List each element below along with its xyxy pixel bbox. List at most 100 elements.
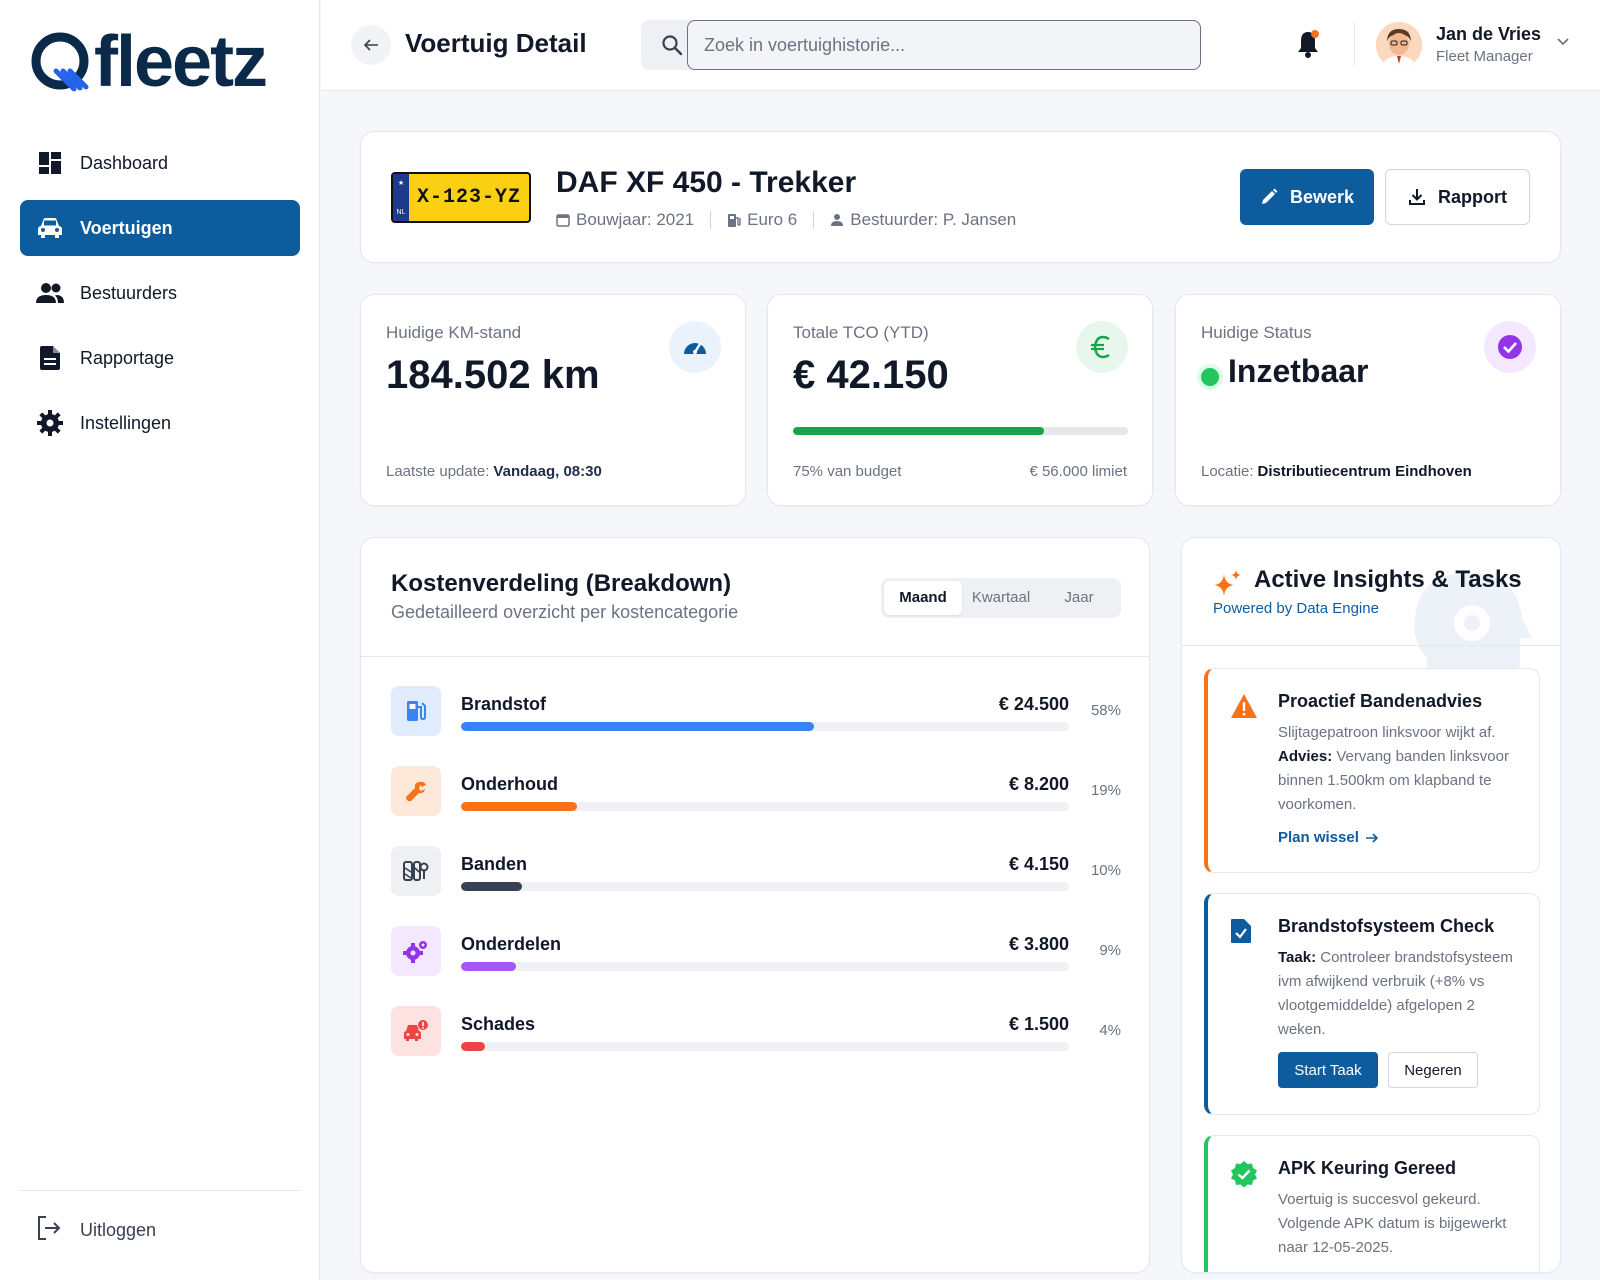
eu-stars-icon: ★ <box>397 180 405 187</box>
chevron-down-icon[interactable] <box>1556 36 1570 46</box>
period-jaar[interactable]: Jaar <box>1040 581 1118 615</box>
cost-bar-fill <box>461 962 516 971</box>
document-check-icon <box>1231 919 1251 943</box>
budget-progress-bar <box>793 427 1128 435</box>
sidebar-item-rapportage[interactable]: Rapportage <box>20 330 300 386</box>
plate-number: X-123-YZ <box>416 186 521 209</box>
cost-row-banden[interactable]: Banden € 4.150 10% <box>391 846 1121 906</box>
report-button[interactable]: Rapport <box>1385 169 1530 225</box>
tco-label: Totale TCO (YTD) <box>793 323 929 342</box>
logout-button[interactable]: Uitloggen <box>36 1215 156 1246</box>
logout-icon <box>36 1215 62 1246</box>
location-foot: Locatie: Distributiecentrum Eindhoven <box>1201 463 1472 480</box>
fuel-icon <box>391 686 441 736</box>
meta-year-text: Bouwjaar: 2021 <box>576 210 695 229</box>
sidebar-nav: Dashboard Voertuigen Bestuurders Rapport… <box>20 135 300 460</box>
km-stat-card: Huidige KM-stand 184.502 km Laatste upda… <box>360 294 746 506</box>
sidebar-item-instellingen[interactable]: Instellingen <box>20 395 300 451</box>
start-task-button[interactable]: Start Taak <box>1278 1052 1378 1088</box>
task-card-bandenadvies: Proactief Bandenadvies Slijtagepatroon l… <box>1204 668 1540 873</box>
status-stat-card: Huidige Status Inzetbaar Locatie: Distrib… <box>1175 294 1561 506</box>
cost-bar-fill <box>461 1042 486 1051</box>
cost-bar-track <box>461 962 1069 971</box>
euro-icon <box>1076 321 1128 373</box>
car-icon <box>36 214 64 242</box>
license-plate: ★ NL X-123-YZ <box>391 172 531 223</box>
speedometer-icon <box>669 321 721 373</box>
ignore-button[interactable]: Negeren <box>1388 1052 1478 1088</box>
edit-label: Bewerk <box>1289 186 1355 207</box>
tco-stat-card: Totale TCO (YTD) € 42.150 75% van budget… <box>767 294 1153 506</box>
cost-name: Schades <box>461 1014 536 1034</box>
task-label: Advies: <box>1278 748 1333 765</box>
cost-bar-fill <box>461 722 814 731</box>
cost-row-onderhoud[interactable]: Onderhoud € 8.200 19% <box>391 766 1121 826</box>
task-body: Taak: Controleer brandstofsysteem ivm af… <box>1278 946 1523 1042</box>
cost-bar-fill <box>461 882 522 891</box>
task-link-label: Plan wissel <box>1278 829 1359 846</box>
meta-year: Bouwjaar: 2021 <box>556 210 694 230</box>
sidebar: fleetz Dashboard Voertuigen Bestuurders … <box>0 0 320 1280</box>
location-value: Distributiecentrum Eindhoven <box>1257 463 1472 480</box>
avatar[interactable] <box>1376 22 1422 68</box>
period-toggle: Maand Kwartaal Jaar <box>881 578 1121 618</box>
vehicle-header-card: ★ NL X-123-YZ DAF XF 450 - Trekker Bouwj… <box>360 131 1561 263</box>
cost-percent: 9% <box>1099 942 1121 959</box>
km-foot: Laatste update: Vandaag, 08:30 <box>386 463 602 480</box>
fuel-pump-icon <box>728 213 741 227</box>
document-icon <box>36 344 64 372</box>
sidebar-item-label: Voertuigen <box>80 217 173 238</box>
plan-wissel-link[interactable]: Plan wissel <box>1278 829 1379 846</box>
status-indicator <box>1201 368 1219 386</box>
cost-name: Banden <box>461 854 528 874</box>
period-maand[interactable]: Maand <box>884 581 962 615</box>
cost-name: Onderhoud <box>461 774 558 794</box>
km-foot-label: Laatste update: <box>386 463 490 480</box>
user-name[interactable]: Jan de Vries <box>1436 24 1541 45</box>
cost-row-schades[interactable]: Schades € 1.500 4% <box>391 1006 1121 1066</box>
task-text: Voertuig is succesvol gekeurd. Volgende … <box>1278 1191 1507 1256</box>
cost-name: Onderdelen <box>461 934 562 954</box>
meta-emission-text: Euro 6 <box>747 210 798 229</box>
parts-icon <box>391 926 441 976</box>
status-value: Inzetbaar <box>1228 353 1369 389</box>
logo[interactable]: fleetz <box>30 22 268 102</box>
users-icon <box>36 279 64 307</box>
logout-label: Uitloggen <box>80 1220 157 1240</box>
cost-name: Brandstof <box>461 694 546 714</box>
arrow-right-icon <box>1365 832 1379 843</box>
warning-icon <box>1231 694 1257 718</box>
download-icon <box>1409 189 1425 205</box>
km-foot-value: Vandaag, 08:30 <box>493 463 602 480</box>
gear-icon <box>36 409 64 437</box>
logo-text: fleetz <box>94 22 268 102</box>
period-kwartaal[interactable]: Kwartaal <box>962 581 1040 615</box>
pencil-icon <box>1261 188 1278 204</box>
cost-row-onderdelen[interactable]: Onderdelen € 3.800 9% <box>391 926 1121 986</box>
budget-percent: 75% van budget <box>793 463 902 480</box>
meta-emission: Euro 6 <box>727 210 797 230</box>
top-header: Voertuig Detail Jan de Vries Fleet Manag… <box>321 0 1600 91</box>
status-label: Huidige Status <box>1201 323 1312 342</box>
sidebar-item-dashboard[interactable]: Dashboard <box>20 135 300 191</box>
insights-panel: Active Insights & Tasks Powered by Data … <box>1181 537 1561 1273</box>
task-card-apk: APK Keuring Gereed Voertuig is succesvol… <box>1204 1135 1540 1272</box>
cost-amount: € 8.200 <box>1008 774 1069 794</box>
tire-icon <box>391 846 441 896</box>
dashboard-icon <box>36 149 64 177</box>
vehicle-title: DAF XF 450 - Trekker <box>556 166 857 199</box>
km-label: Huidige KM-stand <box>386 323 522 342</box>
cost-row-brandstof[interactable]: Brandstof € 24.500 58% <box>391 686 1121 746</box>
sidebar-item-bestuurders[interactable]: Bestuurders <box>20 265 300 321</box>
budget-progress-fill <box>793 427 1045 435</box>
task-label: Taak: <box>1278 949 1317 966</box>
breakdown-divider <box>361 656 1149 657</box>
plate-country-strip: ★ NL <box>393 174 409 221</box>
cost-amount: € 24.500 <box>998 694 1069 714</box>
back-button[interactable] <box>351 25 391 65</box>
cost-percent: 10% <box>1090 862 1121 879</box>
sidebar-item-voertuigen[interactable]: Voertuigen <box>20 200 300 256</box>
edit-button[interactable]: Bewerk <box>1240 169 1374 225</box>
page-title: Voertuig Detail <box>405 28 587 58</box>
search-input[interactable] <box>687 20 1201 70</box>
